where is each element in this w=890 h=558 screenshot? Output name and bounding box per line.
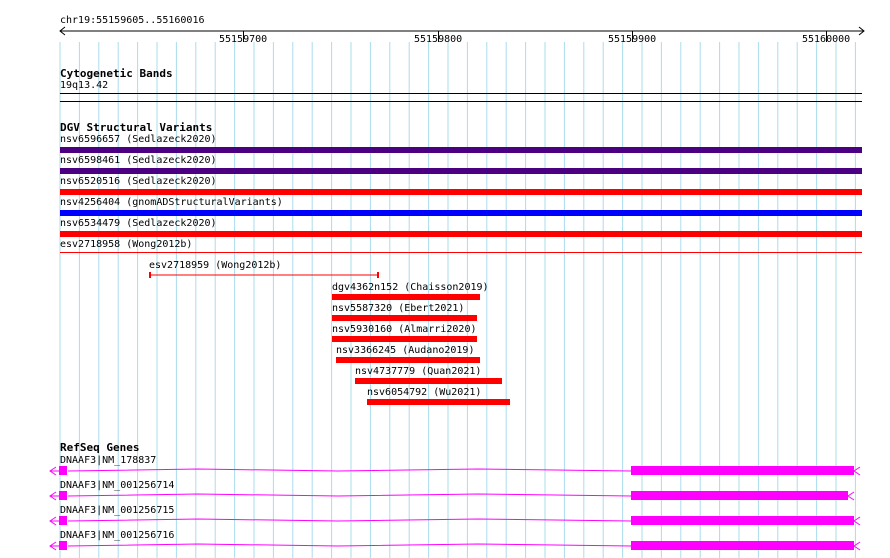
variant-bar[interactable] xyxy=(149,271,381,279)
gene-exon[interactable] xyxy=(59,516,67,525)
variant-bar[interactable] xyxy=(332,336,477,342)
gene-exon[interactable] xyxy=(59,491,67,500)
cytoband-line-top xyxy=(60,93,862,94)
ruler-tick-label: 55159800 xyxy=(414,34,463,45)
variant-label[interactable]: nsv3366245 (Audano2019) xyxy=(336,345,474,357)
variant-label[interactable]: nsv5587320 (Ebert2021) xyxy=(332,303,464,315)
refseq-track-title[interactable]: RefSeq Genes xyxy=(60,442,139,454)
gene-exon[interactable] xyxy=(631,541,854,550)
cytoband-label: 19q13.42 xyxy=(60,80,109,91)
variant-bar[interactable] xyxy=(60,252,862,253)
variant-label[interactable]: esv2718958 (Wong2012b) xyxy=(60,239,192,251)
ruler-tick-label: 55159700 xyxy=(219,34,268,45)
ruler-tick-label: 55160000 xyxy=(802,34,851,45)
ruler-tick-label: 55159900 xyxy=(608,34,657,45)
variant-label[interactable]: nsv6534479 (Sedlazeck2020) xyxy=(60,218,217,230)
variant-bar[interactable] xyxy=(60,210,862,216)
variant-label[interactable]: nsv6598461 (Sedlazeck2020) xyxy=(60,155,217,167)
variant-bar[interactable] xyxy=(332,294,480,300)
variant-label[interactable]: nsv4737779 (Quan2021) xyxy=(355,366,481,378)
variant-label[interactable]: nsv4256404 (gnomADStructuralVariants) xyxy=(60,197,283,209)
genome-browser-view: chr19:55159605..55160016 55159700 5515980… xyxy=(0,0,890,558)
variant-label[interactable]: nsv6054792 (Wu2021) xyxy=(367,387,481,399)
variant-label[interactable]: nsv6520516 (Sedlazeck2020) xyxy=(60,176,217,188)
gene-exon[interactable] xyxy=(631,466,854,475)
gene-exon[interactable] xyxy=(631,491,848,500)
dgv-track-title[interactable]: DGV Structural Variants xyxy=(60,122,212,134)
gene-exon[interactable] xyxy=(631,516,854,525)
variant-bar[interactable] xyxy=(336,357,480,363)
cytoband-line-bottom xyxy=(60,101,862,102)
variant-bar[interactable] xyxy=(367,399,510,405)
variant-bar[interactable] xyxy=(332,315,477,321)
variant-bar[interactable] xyxy=(60,168,862,174)
variant-bar[interactable] xyxy=(60,231,862,237)
cytobands-track-title[interactable]: Cytogenetic Bands xyxy=(60,68,173,80)
variant-label[interactable]: dgv4362n152 (Chaisson2019) xyxy=(332,282,489,294)
gene-exon[interactable] xyxy=(59,466,67,475)
variant-bar[interactable] xyxy=(60,189,862,195)
variant-label[interactable]: nsv6596657 (Sedlazeck2020) xyxy=(60,134,217,146)
variant-bar[interactable] xyxy=(60,147,862,153)
variant-label[interactable]: nsv5930160 (Almarri2020) xyxy=(332,324,477,336)
gene-exon[interactable] xyxy=(59,541,67,550)
variant-bar[interactable] xyxy=(355,378,502,384)
